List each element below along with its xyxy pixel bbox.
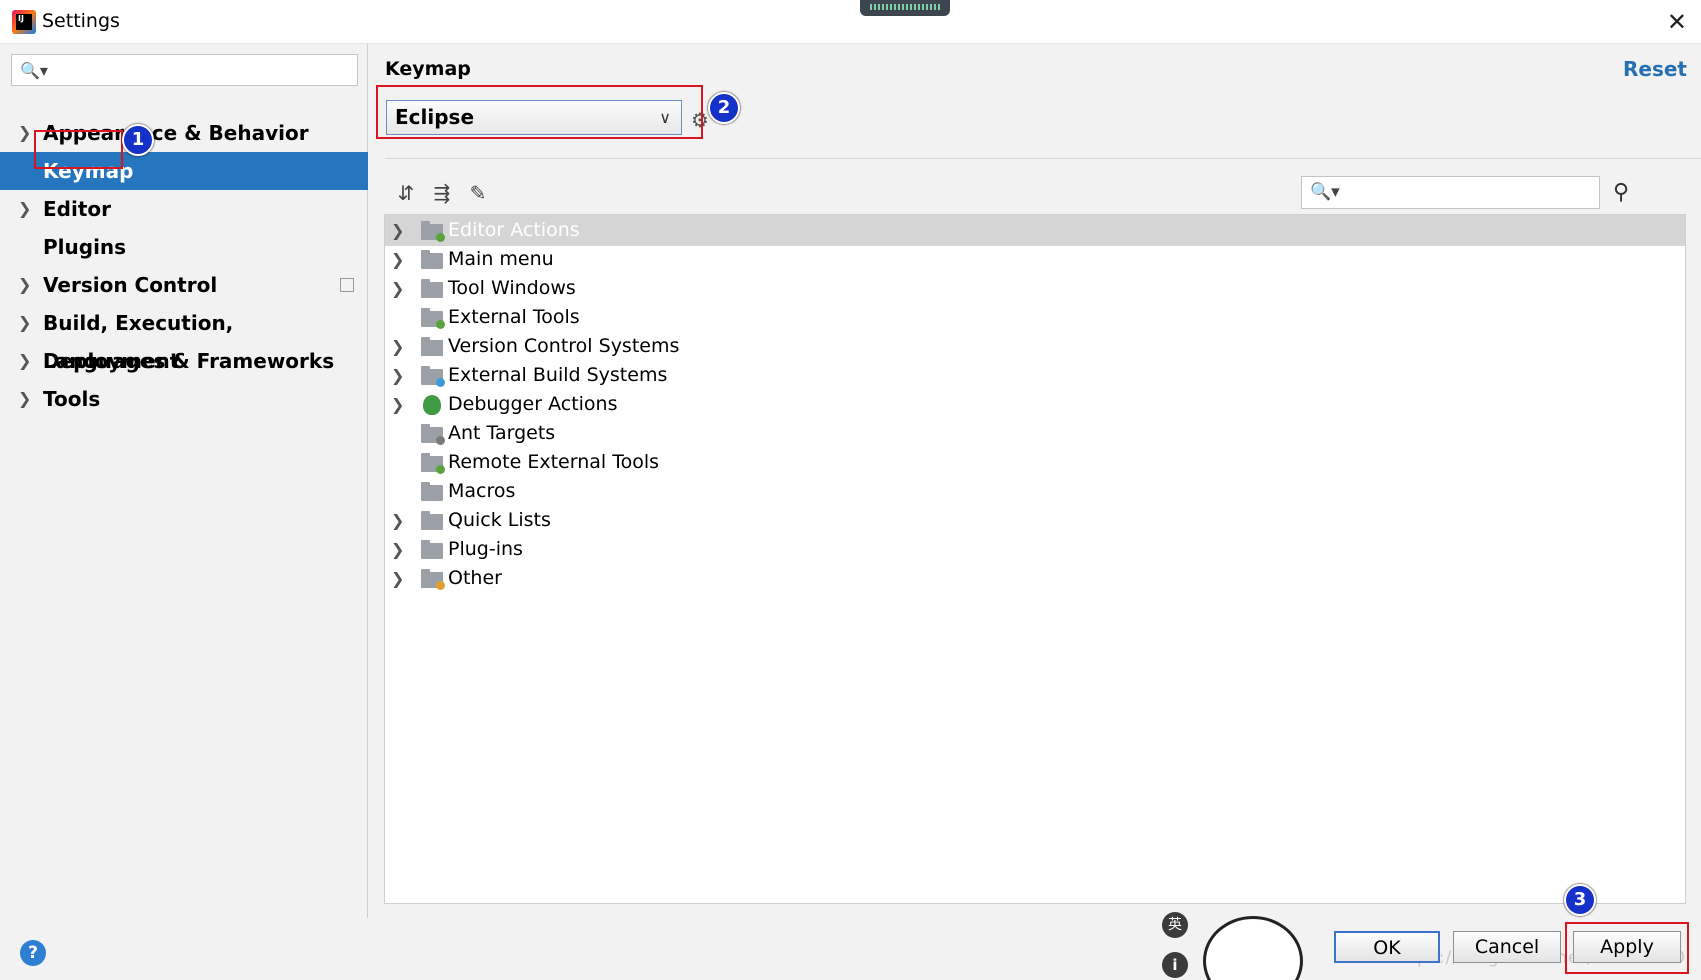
tree-row-quick-lists[interactable]: ❯ Quick Lists	[385, 505, 1685, 536]
edit-shortcut-icon[interactable]: ✎	[465, 180, 491, 206]
chevron-right-icon: ❯	[391, 569, 405, 588]
tree-row-external-tools[interactable]: External Tools	[385, 302, 1685, 333]
chevron-right-icon: ❯	[18, 313, 32, 332]
tree-row-debugger-actions[interactable]: ❯ Debugger Actions	[385, 389, 1685, 420]
editor-actions-icon	[421, 221, 445, 242]
ime-language-icon[interactable]: 英	[1162, 912, 1188, 938]
sidebar-item-tools[interactable]: ❯ Tools	[0, 380, 368, 418]
intellij-app-icon: IJ	[12, 10, 36, 34]
build-systems-icon	[421, 366, 445, 387]
chevron-right-icon: ❯	[391, 250, 405, 269]
collapse-all-icon[interactable]: ⇶	[429, 180, 455, 206]
find-by-shortcut-icon[interactable]: ⚲	[1613, 180, 1629, 205]
sidebar-item-languages-frameworks[interactable]: ❯ Languages & Frameworks	[0, 342, 368, 380]
remote-tools-icon	[421, 453, 445, 474]
tree-row-external-build-systems[interactable]: ❯ External Build Systems	[385, 360, 1685, 391]
ok-button[interactable]: OK	[1334, 931, 1440, 963]
annotation-highlight-keymap	[34, 130, 123, 169]
folder-icon	[421, 511, 443, 530]
annotation-highlight-scheme	[376, 85, 703, 139]
folder-icon	[421, 482, 443, 501]
chevron-right-icon: ❯	[391, 279, 405, 298]
reset-link[interactable]: Reset	[1623, 57, 1687, 81]
folder-icon	[421, 337, 443, 356]
keymap-panel: Keymap Reset Eclipse ∨ ⚙ ⇵ ⇶ ✎ 🔍▾ ⚲ ❯ Ed…	[369, 44, 1701, 918]
window-title: Settings	[42, 10, 120, 32]
folder-icon	[421, 279, 443, 298]
page-title: Keymap	[385, 58, 471, 80]
other-icon	[421, 569, 445, 590]
ant-icon	[421, 424, 445, 445]
settings-search-input[interactable]: 🔍▾	[11, 54, 358, 86]
info-icon[interactable]: i	[1162, 952, 1188, 978]
expand-all-icon[interactable]: ⇵	[393, 180, 419, 206]
chevron-right-icon: ❯	[391, 337, 405, 356]
chevron-right-icon: ❯	[391, 221, 405, 240]
tree-row-remote-external-tools[interactable]: Remote External Tools	[385, 447, 1685, 478]
chevron-right-icon: ❯	[18, 275, 32, 294]
settings-sidebar: 🔍▾ ❯ Appearance & Behavior Keymap ❯ Edit…	[0, 44, 368, 918]
tree-row-tool-windows[interactable]: ❯ Tool Windows	[385, 273, 1685, 304]
external-tools-icon	[421, 308, 445, 329]
actions-tree[interactable]: ❯ Editor Actions ❯ Main menu ❯ Tool Wind…	[384, 214, 1686, 904]
chevron-right-icon: ❯	[391, 395, 405, 414]
tree-row-macros[interactable]: Macros	[385, 476, 1685, 507]
help-button[interactable]: ?	[20, 940, 46, 966]
tree-row-ant-targets[interactable]: Ant Targets	[385, 418, 1685, 449]
divider	[385, 158, 1701, 159]
chevron-right-icon: ❯	[18, 199, 32, 218]
search-icon: 🔍▾	[20, 61, 48, 80]
mascot-sticker-icon	[1203, 916, 1303, 980]
tree-row-version-control-systems[interactable]: ❯ Version Control Systems	[385, 331, 1685, 362]
screen-recorder-widget	[860, 0, 950, 16]
close-icon[interactable]: ✕	[1667, 8, 1687, 36]
annotation-step-1: 1	[122, 124, 154, 156]
chevron-right-icon: ❯	[391, 511, 405, 530]
sidebar-item-version-control[interactable]: ❯ Version Control	[0, 266, 368, 304]
tree-row-editor-actions[interactable]: ❯ Editor Actions	[385, 215, 1685, 246]
tree-row-main-menu[interactable]: ❯ Main menu	[385, 244, 1685, 275]
annotation-step-3: 3	[1564, 884, 1596, 916]
chevron-right-icon: ❯	[18, 351, 32, 370]
tree-row-other[interactable]: ❯ Other	[385, 563, 1685, 594]
title-bar: IJ Settings ✕	[0, 0, 1701, 44]
search-icon: 🔍▾	[1310, 182, 1340, 202]
chevron-right-icon: ❯	[18, 123, 32, 142]
main-menu-icon	[421, 250, 443, 269]
bug-icon	[423, 395, 441, 415]
folder-icon	[421, 540, 443, 559]
project-settings-icon	[340, 278, 354, 292]
annotation-highlight-apply	[1565, 922, 1689, 974]
annotation-step-2: 2	[708, 92, 740, 124]
sidebar-item-build-execution-deployment[interactable]: ❯ Build, Execution, Deployment	[0, 304, 368, 373]
action-filter-input[interactable]: 🔍▾	[1301, 176, 1600, 209]
chevron-right-icon: ❯	[18, 389, 32, 408]
cancel-button[interactable]: Cancel	[1453, 931, 1561, 963]
chevron-right-icon: ❯	[391, 540, 405, 559]
sidebar-item-editor[interactable]: ❯ Editor	[0, 190, 368, 228]
tree-row-plug-ins[interactable]: ❯ Plug-ins	[385, 534, 1685, 565]
sidebar-item-plugins[interactable]: Plugins	[0, 228, 368, 266]
chevron-right-icon: ❯	[391, 366, 405, 385]
